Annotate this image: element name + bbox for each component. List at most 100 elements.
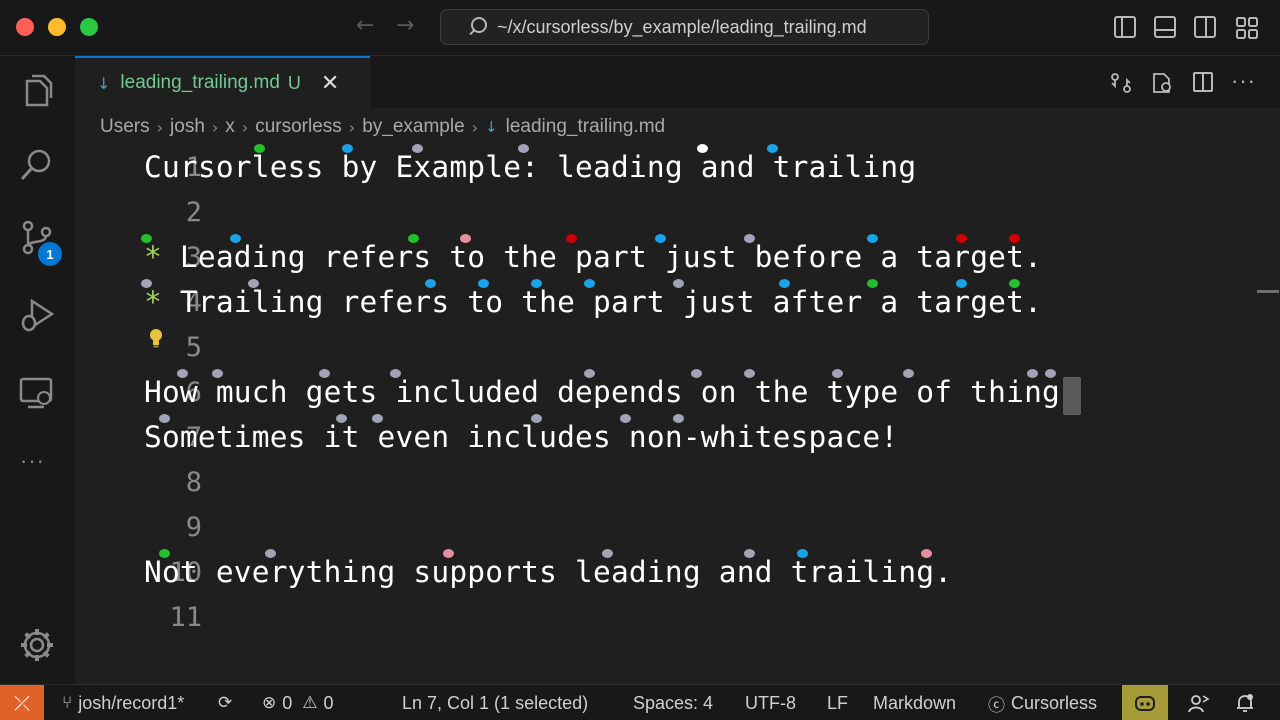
tab-close-icon[interactable]: ✕	[321, 71, 339, 96]
tab-bar: ↓ leading_trailing.md U ✕ ···	[75, 56, 1280, 108]
breadcrumb-item-file[interactable]: leading_trailing.md	[506, 116, 666, 138]
language-mode[interactable]: Markdown	[873, 685, 956, 720]
cursorless-hat	[867, 279, 878, 288]
cursorless-hat	[141, 279, 152, 288]
cursorless-label: Cursorless	[1011, 692, 1098, 713]
code-text[interactable]: Trailing refers to the part just after a…	[162, 285, 1042, 319]
search-view-icon[interactable]	[18, 146, 56, 184]
remote-indicator[interactable]: ⤫	[0, 685, 44, 720]
cursorless-hat	[584, 369, 595, 378]
code-text[interactable]: Not everything supports leading and trai…	[144, 550, 952, 595]
cursorless-hat	[254, 144, 265, 153]
line-number: 11	[169, 602, 202, 633]
code-line[interactable]: 3 * Leading refers to the part just befo…	[75, 235, 1280, 280]
cursorless-hat	[372, 414, 383, 423]
search-icon	[467, 16, 489, 38]
close-window-button[interactable]	[16, 18, 34, 36]
tab-leading-trailing[interactable]: ↓ leading_trailing.md U ✕	[75, 56, 370, 108]
code-text[interactable]: Sometimes it even includes non-whitespac…	[144, 415, 898, 460]
git-branch-icon: ⑂	[62, 693, 73, 713]
cursorless-hat	[177, 369, 188, 378]
overview-ruler-marker	[1257, 290, 1279, 293]
activity-bar: 1 ···	[0, 56, 75, 684]
error-icon: ⊗	[262, 693, 277, 713]
cursorless-status[interactable]: ⓒ Cursorless	[988, 685, 1097, 720]
cursorless-icon: ⓒ	[988, 695, 1005, 716]
toggle-secondary-sidebar-icon[interactable]	[1194, 16, 1216, 38]
cursorless-hat	[425, 279, 436, 288]
code-line[interactable]: 9	[75, 505, 1280, 550]
cursorless-hat	[336, 414, 347, 423]
cursorless-hat	[478, 279, 489, 288]
warning-icon: ⚠	[302, 693, 318, 713]
more-actions-icon[interactable]: ···	[1231, 68, 1256, 94]
cursorless-hat	[673, 279, 684, 288]
problems-indicator[interactable]: ⊗ 0 ⚠ 0	[262, 685, 334, 720]
code-text[interactable]: Leading refers to the part just before a…	[162, 240, 1042, 274]
explorer-icon[interactable]	[18, 72, 56, 110]
customize-layout-icon[interactable]	[1235, 16, 1259, 40]
cursorless-hat	[212, 369, 223, 378]
cursorless-hat	[744, 369, 755, 378]
maximize-window-button[interactable]	[80, 18, 98, 36]
encoding-indicator[interactable]: UTF-8	[745, 685, 796, 720]
breadcrumb-item-by-example[interactable]: by_example	[362, 116, 464, 138]
cursorless-hat	[412, 144, 423, 153]
remote-explorer-icon[interactable]	[18, 374, 56, 412]
list-bullet: *	[144, 285, 162, 319]
back-arrow-icon[interactable]: ←	[356, 13, 374, 38]
open-preview-icon[interactable]	[1151, 72, 1173, 94]
minimize-window-button[interactable]	[48, 18, 66, 36]
editor[interactable]: 1 Cursorless by Example: leading and tra…	[75, 144, 1280, 684]
lightbulb-icon[interactable]	[149, 328, 163, 348]
settings-gear-icon[interactable]	[18, 626, 56, 664]
cursorless-hat	[531, 279, 542, 288]
run-and-debug-icon[interactable]	[18, 296, 56, 334]
toggle-panel-icon[interactable]	[1154, 16, 1176, 38]
branch-indicator[interactable]: ⑂ josh/record1*	[62, 685, 184, 720]
line-number: 9	[185, 512, 202, 543]
code-text[interactable]: How much gets included depends on the ty…	[144, 370, 1078, 415]
cursorless-hat	[408, 234, 419, 243]
indentation-indicator[interactable]: Spaces: 4	[633, 685, 713, 720]
warning-count: 0	[323, 692, 334, 713]
code-line[interactable]: 5	[75, 325, 1280, 370]
code-line[interactable]: 8	[75, 460, 1280, 505]
breadcrumb-item-x[interactable]: x	[225, 116, 235, 138]
code-line[interactable]: 2	[75, 190, 1280, 235]
text-cursor	[1063, 377, 1081, 415]
code-line[interactable]: 10 Not everything supports leading and t…	[75, 550, 1280, 595]
breadcrumb-item-users[interactable]: Users	[100, 116, 150, 138]
status-bar: ⤫ ⑂ josh/record1* ⟳ ⊗ 0 ⚠ 0 Ln 7, Col 1 …	[0, 684, 1280, 720]
cursorless-hat	[691, 369, 702, 378]
breadcrumb-item-josh[interactable]: josh	[170, 116, 205, 138]
sync-icon: ⟳	[218, 693, 233, 713]
eol-indicator[interactable]: LF	[827, 685, 848, 720]
accounts-feedback-icon[interactable]	[1188, 693, 1210, 713]
toggle-primary-sidebar-icon[interactable]	[1114, 16, 1136, 38]
notifications-bell-icon[interactable]	[1235, 693, 1255, 713]
branch-name: josh/record1*	[78, 692, 185, 713]
cursorless-hat	[518, 144, 529, 153]
cursorless-hat	[531, 414, 542, 423]
split-editor-icon[interactable]	[1193, 72, 1213, 92]
cursorless-hat	[460, 234, 471, 243]
forward-arrow-icon[interactable]: →	[396, 13, 414, 38]
command-center[interactable]: ~/x/cursorless/by_example/leading_traili…	[440, 9, 929, 45]
cursor-position[interactable]: Ln 7, Col 1 (1 selected)	[402, 685, 588, 720]
sync-button[interactable]: ⟳	[218, 685, 238, 720]
breadcrumb-item-cursorless[interactable]: cursorless	[255, 116, 342, 138]
breadcrumb-separator: ›	[471, 117, 479, 137]
open-changes-icon[interactable]	[1110, 72, 1132, 94]
cursorless-hat	[265, 549, 276, 558]
code-line[interactable]: 11	[75, 595, 1280, 640]
breadcrumb: Users › josh › x › cursorless › by_examp…	[100, 114, 665, 140]
cursorless-hat	[248, 279, 259, 288]
cursorless-hat	[673, 414, 684, 423]
cursorless-hat	[620, 414, 631, 423]
cursorless-hat	[1009, 234, 1020, 243]
code-line[interactable]: 6 How much gets included depends on the …	[75, 370, 1280, 415]
copilot-button[interactable]	[1122, 685, 1168, 720]
more-views-icon[interactable]: ···	[20, 448, 45, 474]
code-text-container[interactable]: * Leading refers to the part just before…	[144, 235, 1042, 280]
